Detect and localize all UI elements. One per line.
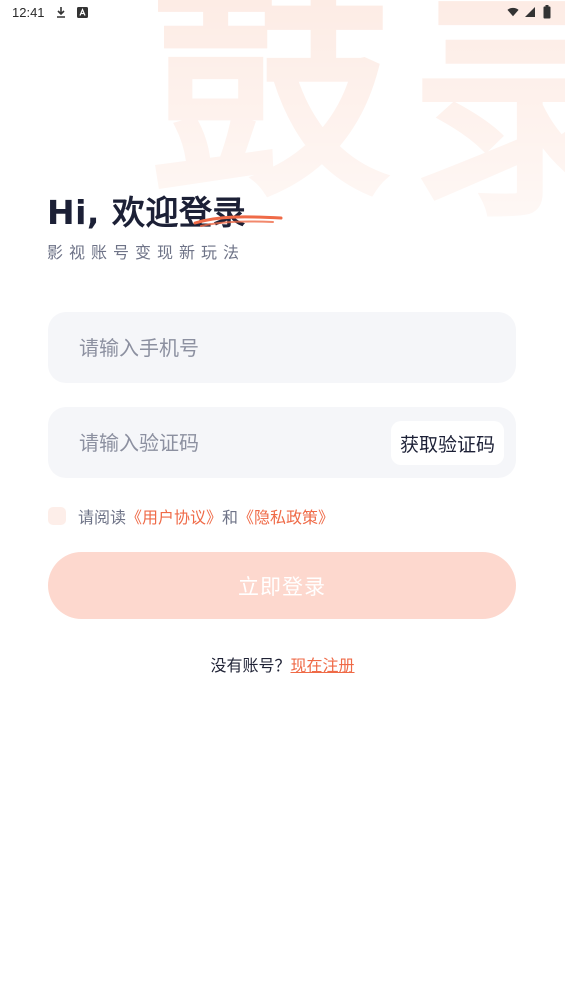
phone-field (48, 312, 516, 383)
register-prompt: 没有账号？ (210, 656, 291, 675)
get-code-button[interactable]: 获取验证码 (390, 421, 504, 465)
subtitle: 影视账号变现新玩法 (47, 243, 246, 262)
brush-underline-icon (193, 215, 283, 227)
agreement-row: 请阅读 《用户协议》 和 《隐私政策》 (48, 504, 334, 528)
battery-icon (541, 5, 553, 19)
wifi-icon (507, 6, 519, 18)
greeting-prefix: Hi, 欢迎 (47, 193, 179, 232)
verification-code-input[interactable] (79, 430, 369, 455)
agreement-checkbox[interactable] (48, 507, 66, 525)
signal-icon (524, 6, 536, 18)
code-field: 获取验证码 (48, 407, 516, 478)
background-glyph: 鼓 (150, 0, 391, 230)
download-icon (55, 6, 67, 18)
privacy-policy-link[interactable]: 《隐私政策》 (238, 504, 334, 528)
register-row: 没有账号？现在注册 (0, 652, 565, 676)
register-link[interactable]: 现在注册 (291, 656, 355, 675)
user-agreement-link[interactable]: 《用户协议》 (126, 504, 222, 528)
status-time: 12:41 (12, 4, 45, 20)
login-button[interactable]: 立即登录 (48, 552, 516, 619)
agreement-connector: 和 (222, 508, 239, 527)
phone-input[interactable] (79, 335, 516, 360)
a-badge-icon (77, 6, 89, 18)
background-glyph: 录 (410, 0, 565, 250)
background-decoration: 鼓 录 (0, 0, 565, 330)
status-bar: 12:41 (0, 0, 565, 24)
agreement-prefix: 请阅读 (78, 508, 127, 527)
